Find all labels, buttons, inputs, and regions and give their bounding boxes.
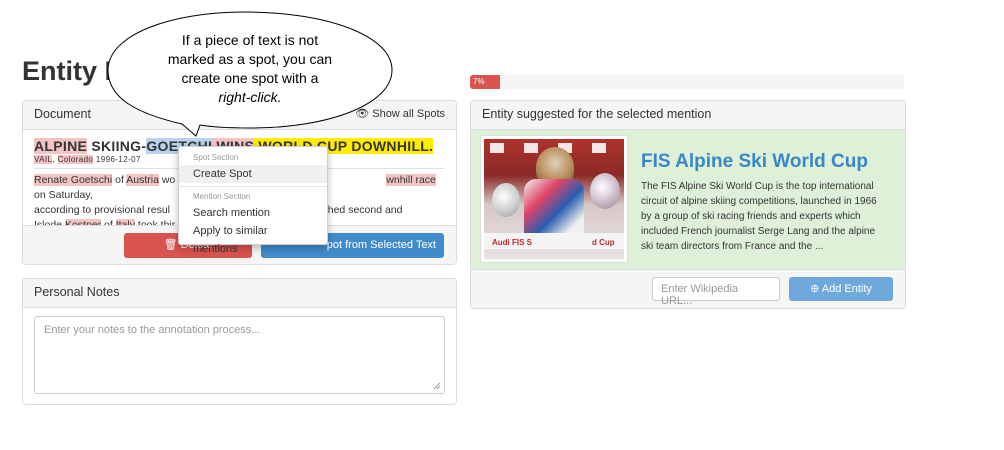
spot-vail[interactable]: VAIL bbox=[34, 155, 53, 164]
callout-text: If a piece of text is not marked as a sp… bbox=[167, 32, 333, 105]
entity-card[interactable]: Audi FIS S d Cup FIS Alpine Ski World Cu… bbox=[471, 130, 905, 270]
search-mention-menu-item[interactable]: Search mention bbox=[179, 204, 327, 222]
create-spot-label: pot from Selected Text bbox=[326, 239, 436, 251]
mention-section-header: Mention Section bbox=[193, 192, 251, 201]
notes-placeholder: Enter your notes to the annotation proce… bbox=[44, 324, 261, 336]
entity-panel-header: Entity suggested for the selected mentio… bbox=[471, 101, 905, 130]
menu-divider bbox=[179, 186, 327, 187]
wikipedia-url-input[interactable]: Enter Wikipedia URL... bbox=[652, 277, 780, 307]
image-caption-right: d Cup bbox=[592, 238, 615, 247]
spot-alpine[interactable]: ALPINE bbox=[34, 138, 88, 154]
spot-downhill-race[interactable]: wnhill race bbox=[386, 174, 436, 186]
context-menu: Spot Section Create Spot Mention Section… bbox=[178, 146, 328, 255]
spot-section-header: Spot Section bbox=[193, 153, 239, 162]
spot-colorado[interactable]: Colorado bbox=[57, 155, 94, 164]
apply-similar-menu-item[interactable]: Apply to similar mentions bbox=[179, 222, 327, 255]
spot-renate-goetschi[interactable]: Renate Goetschi bbox=[34, 174, 113, 186]
image-caption-left: Audi FIS S bbox=[492, 238, 532, 247]
entity-title[interactable]: FIS Alpine Ski World Cup bbox=[641, 151, 868, 173]
wikipedia-url-placeholder: Enter Wikipedia URL... bbox=[661, 283, 739, 307]
entity-description: The FIS Alpine Ski World Cup is the top … bbox=[641, 181, 877, 252]
trash-icon: 🗑 bbox=[163, 239, 178, 251]
spot-austria[interactable]: Austria bbox=[126, 174, 159, 186]
resize-handle-icon[interactable] bbox=[433, 382, 441, 390]
document-header-label: Document bbox=[34, 107, 91, 121]
progress-label: 7% bbox=[473, 77, 485, 86]
notes-panel: Personal Notes Enter your notes to the a… bbox=[22, 278, 457, 405]
progress-bar: 7% bbox=[470, 75, 904, 89]
add-entity-label: Add Entity bbox=[821, 283, 872, 295]
notes-textarea[interactable]: Enter your notes to the annotation proce… bbox=[34, 316, 445, 394]
progress-fill: 7% bbox=[470, 75, 500, 89]
entity-panel-footer: Enter Wikipedia URL... ⊕ Add Entity bbox=[471, 269, 905, 308]
create-spot-menu-item[interactable]: Create Spot bbox=[179, 165, 327, 183]
notes-header-label: Personal Notes bbox=[34, 285, 120, 299]
entity-panel: Entity suggested for the selected mentio… bbox=[470, 100, 906, 309]
entity-image: Audi FIS S d Cup bbox=[480, 135, 628, 263]
entity-header-label: Entity suggested for the selected mentio… bbox=[482, 107, 712, 121]
notes-panel-header: Personal Notes bbox=[23, 279, 456, 308]
plus-circle-icon: ⊕ bbox=[810, 283, 820, 295]
add-entity-button[interactable]: ⊕ Add Entity bbox=[789, 277, 893, 301]
